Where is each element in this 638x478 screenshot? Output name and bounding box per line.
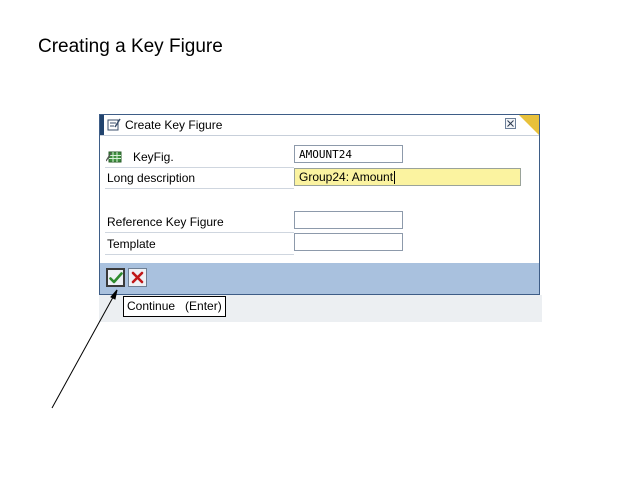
template-input[interactable] bbox=[294, 233, 403, 251]
keyfig-row: KeyFig. bbox=[105, 146, 294, 168]
titlebar-accent-right bbox=[519, 115, 539, 135]
continue-button[interactable] bbox=[106, 268, 125, 287]
template-row: Template bbox=[105, 233, 294, 255]
long-description-value: Group24: Amount bbox=[299, 170, 394, 184]
cancel-x-icon bbox=[131, 271, 144, 284]
keyfig-input[interactable]: AMOUNT24 bbox=[294, 145, 403, 163]
reference-key-figure-input[interactable] bbox=[294, 211, 403, 229]
slide-title: Creating a Key Figure bbox=[38, 36, 223, 57]
close-icon[interactable] bbox=[505, 118, 516, 129]
create-key-figure-dialog: Create Key Figure KeyFig. AMOUNT24 Long … bbox=[99, 114, 540, 295]
create-dialog-icon bbox=[107, 118, 121, 131]
titlebar-accent-left bbox=[100, 115, 104, 135]
reference-key-figure-label: Reference Key Figure bbox=[107, 215, 224, 229]
template-label: Template bbox=[107, 237, 156, 251]
cancel-button[interactable] bbox=[128, 268, 147, 287]
dialog-title: Create Key Figure bbox=[125, 118, 223, 132]
dialog-footer-toolbar bbox=[100, 263, 539, 294]
reference-key-figure-row: Reference Key Figure bbox=[105, 211, 294, 233]
long-description-row: Long description bbox=[105, 167, 294, 189]
dialog-titlebar[interactable]: Create Key Figure bbox=[100, 115, 539, 136]
long-description-input[interactable]: Group24: Amount bbox=[294, 168, 521, 186]
continue-tooltip: Continue (Enter) bbox=[123, 296, 226, 317]
checkmark-icon bbox=[109, 272, 123, 284]
long-description-label: Long description bbox=[107, 171, 196, 185]
keyfig-label: KeyFig. bbox=[133, 150, 174, 164]
text-caret bbox=[394, 171, 396, 185]
table-icon bbox=[105, 150, 122, 163]
